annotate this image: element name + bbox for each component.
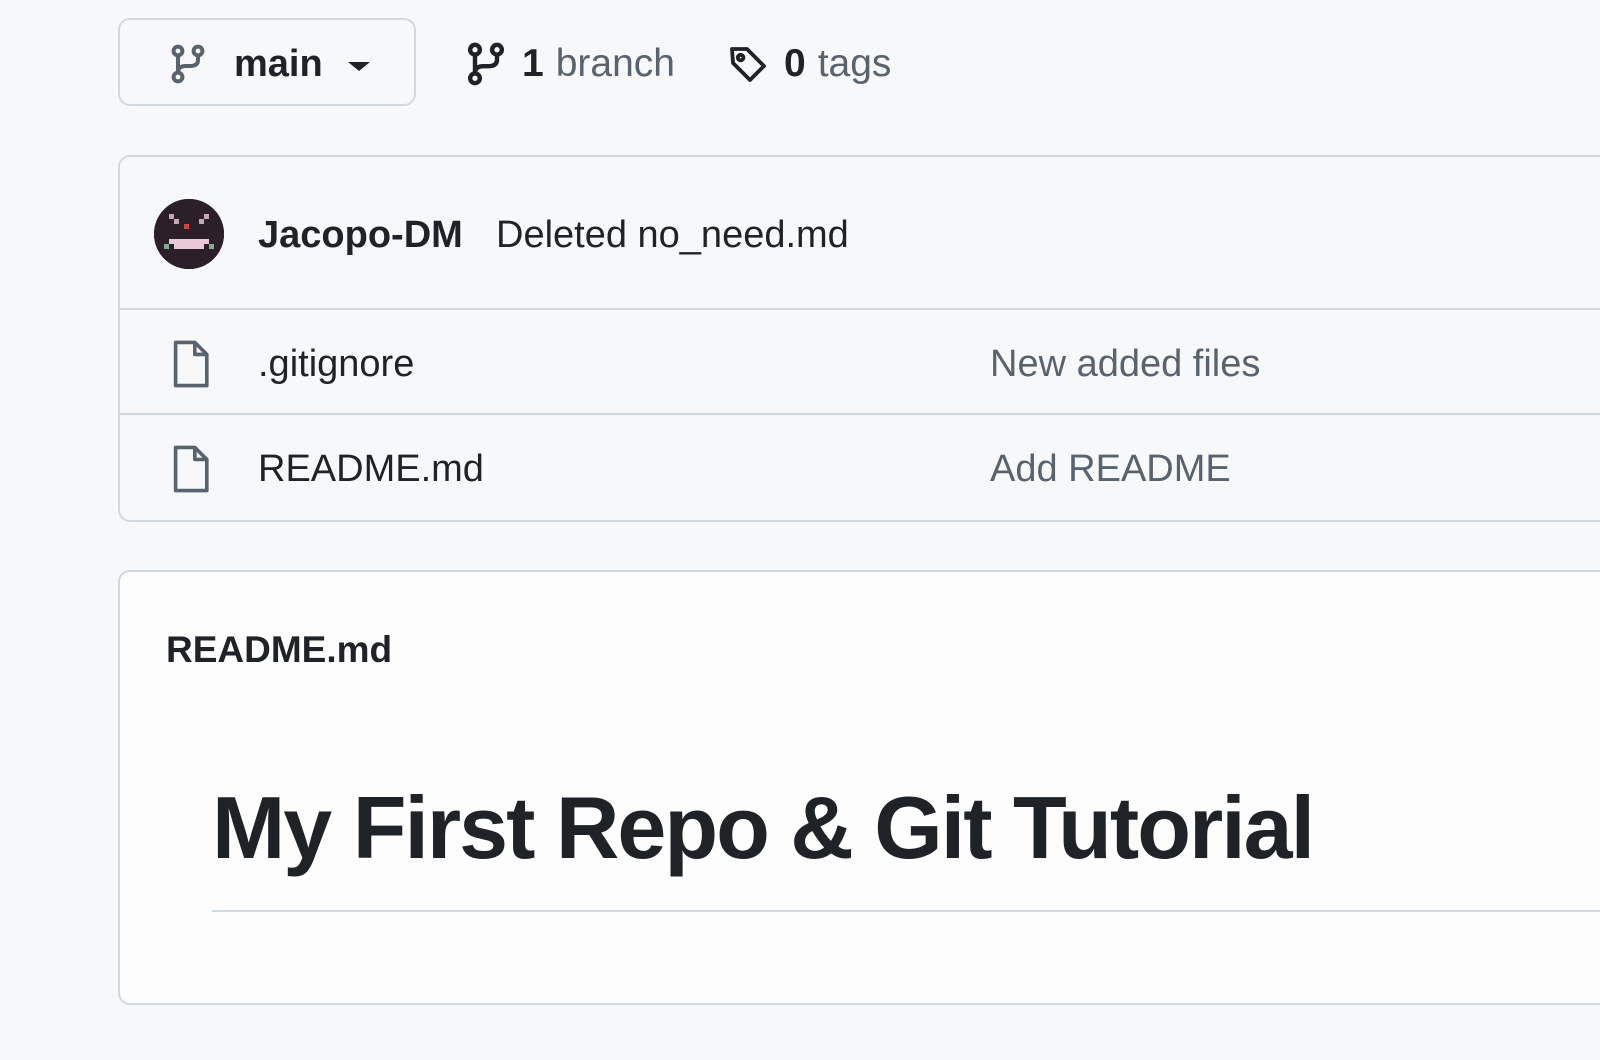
branches-label: branch xyxy=(555,42,675,85)
chevron-down-icon xyxy=(348,62,370,71)
avatar[interactable] xyxy=(154,199,224,269)
file-name-link[interactable]: README.md xyxy=(258,447,484,491)
repository-page: main 1 branch 0 tags Jacopo-DM Deleted n… xyxy=(0,0,1600,1060)
branches-link[interactable]: 1 branch xyxy=(466,38,675,90)
branches-count: 1 xyxy=(522,42,544,85)
commit-author-link[interactable]: Jacopo-DM xyxy=(258,213,463,257)
readme-file-title[interactable]: README.md xyxy=(166,628,392,672)
heading-divider xyxy=(212,910,1600,912)
table-row[interactable]: .gitignore New added files xyxy=(120,310,1600,415)
tags-label: tags xyxy=(817,42,892,85)
file-name-link[interactable]: .gitignore xyxy=(258,342,414,386)
file-commit-message-link[interactable]: Add README xyxy=(990,447,1231,491)
commit-message-link[interactable]: Deleted no_need.md xyxy=(496,213,849,257)
latest-commit-bar: Jacopo-DM Deleted no_need.md xyxy=(120,157,1600,310)
file-browser: Jacopo-DM Deleted no_need.md .gitignore … xyxy=(118,155,1600,522)
tag-icon xyxy=(730,47,766,82)
file-icon xyxy=(173,340,209,388)
git-branch-icon xyxy=(171,44,205,84)
file-commit-message-link[interactable]: New added files xyxy=(990,342,1260,386)
current-branch-name: main xyxy=(234,43,323,85)
branch-selector-button[interactable]: main xyxy=(118,18,416,106)
file-icon xyxy=(173,445,209,493)
git-branch-icon xyxy=(467,42,505,86)
tags-count: 0 xyxy=(784,42,806,85)
pixel-avatar-image xyxy=(154,199,224,269)
readme-heading: My First Repo & Git Tutorial xyxy=(212,778,1315,877)
table-row[interactable]: README.md Add README xyxy=(120,415,1600,520)
readme-panel: README.md My First Repo & Git Tutorial xyxy=(118,570,1600,1005)
tags-link[interactable]: 0 tags xyxy=(728,38,891,90)
